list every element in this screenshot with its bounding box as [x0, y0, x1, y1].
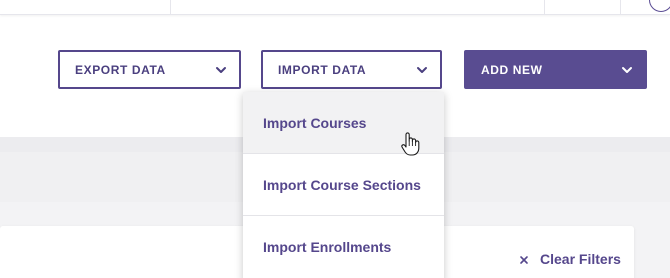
user-avatar-icon[interactable]	[649, 0, 670, 12]
clear-filters-button[interactable]: Clear Filters	[518, 249, 621, 269]
menu-item-label: Import Course Sections	[263, 176, 421, 193]
chevron-down-icon	[416, 64, 428, 76]
export-data-button[interactable]: EXPORT DATA	[58, 50, 241, 89]
chevron-down-icon	[215, 64, 227, 76]
chevron-down-icon	[621, 64, 633, 76]
header-divider	[620, 0, 621, 15]
menu-item-import-course-sections[interactable]: Import Course Sections	[243, 154, 444, 215]
import-data-dropdown-menu: Import Courses Import Course Sections Im…	[243, 92, 444, 278]
import-data-label: IMPORT DATA	[278, 62, 367, 77]
import-data-button[interactable]: IMPORT DATA	[261, 50, 442, 89]
menu-item-label: Import Enrollments	[263, 238, 392, 255]
clear-filters-label: Clear Filters	[540, 251, 621, 267]
header-divider	[170, 0, 171, 15]
menu-item-label: Import Courses	[263, 114, 367, 131]
export-data-label: EXPORT DATA	[75, 62, 166, 77]
hand-pointer-icon	[400, 131, 420, 157]
menu-item-import-enrollments[interactable]: Import Enrollments	[243, 216, 444, 277]
close-icon	[518, 253, 530, 265]
top-header-bar	[0, 0, 670, 15]
header-divider	[544, 0, 545, 15]
add-new-button[interactable]: ADD NEW	[464, 50, 647, 89]
add-new-label: ADD NEW	[481, 62, 543, 77]
